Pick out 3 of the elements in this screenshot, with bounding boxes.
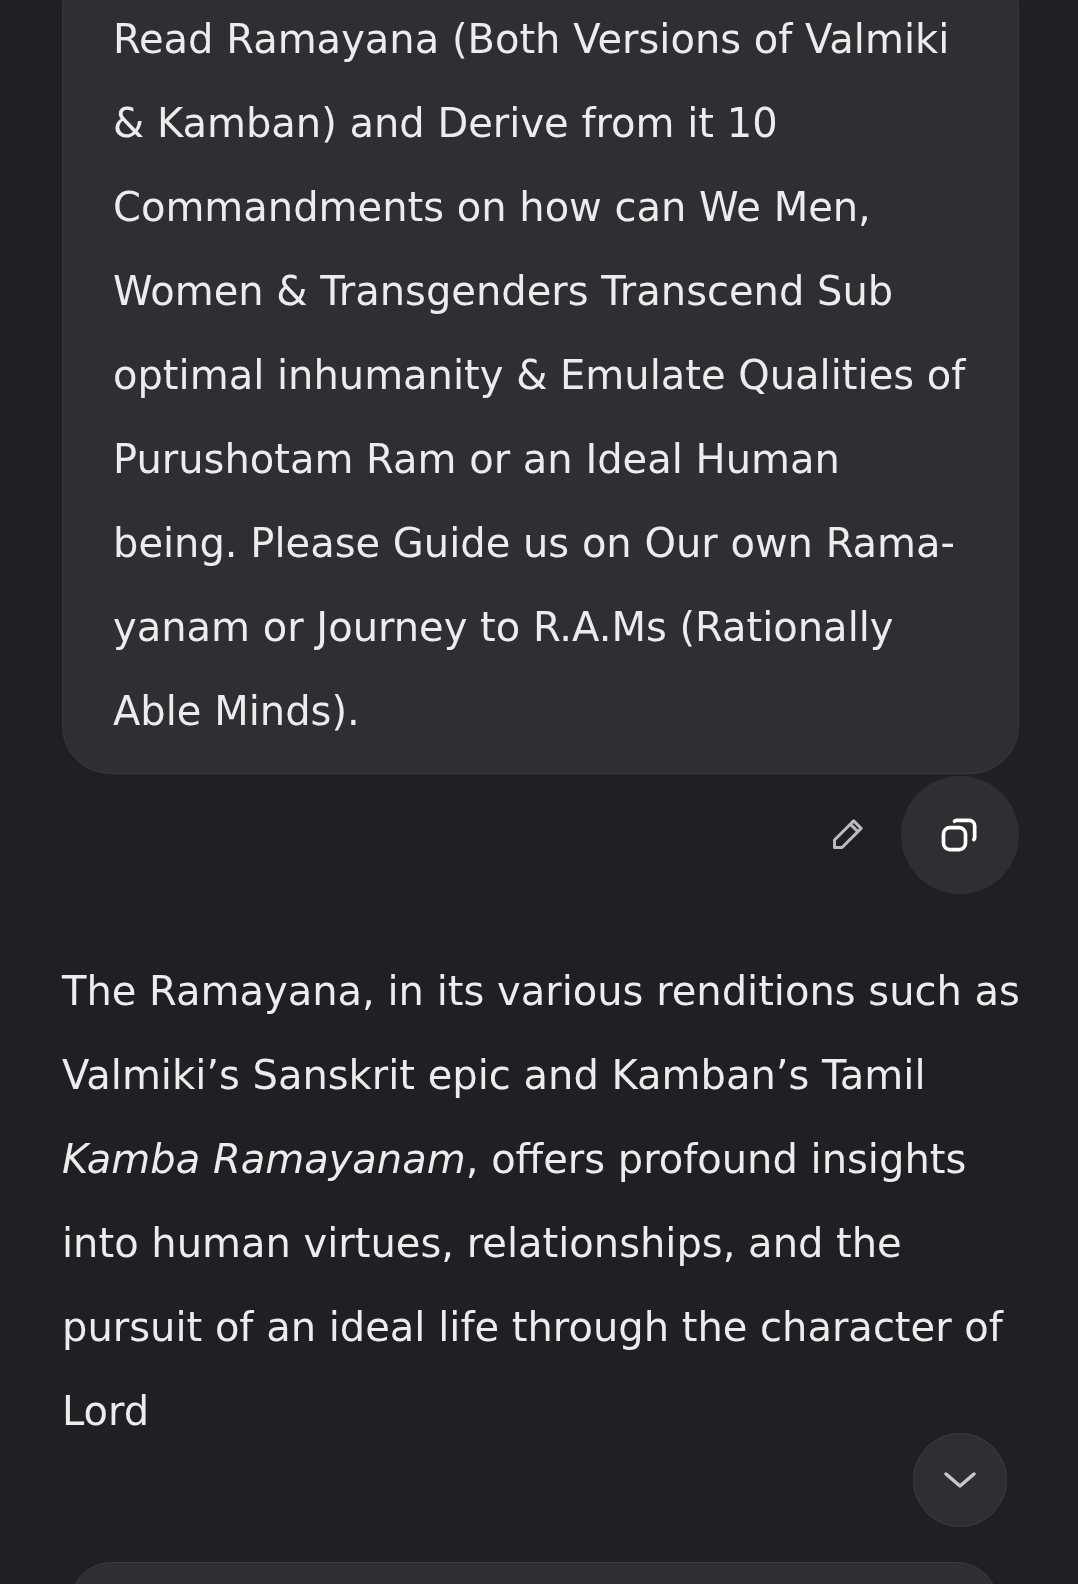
user-message-text: Read Ramayana (Both Versions of Valmiki & Kamban) and Derive from it 10 Commandments on how can We Men, Women & Transgenders Transcend Sub optimal inhumanity & Emulate Qualities of Purushotam Ram or an Ideal Human being. Please Guide us on Our own Rama-yanam or Journey to R.A.Ms (Rationally Able Minds). — [113, 15, 967, 736]
chevron-down-icon — [942, 1470, 978, 1490]
response-text: The Ramayana, in its various renditions such as Valmiki’s Sanskrit epic and Kamban’s Tamil Kamba Ramayanam, offers profound insights into human virtues, relationships, and the pursuit of an ideal life through the character of Lord — [62, 967, 1021, 1436]
